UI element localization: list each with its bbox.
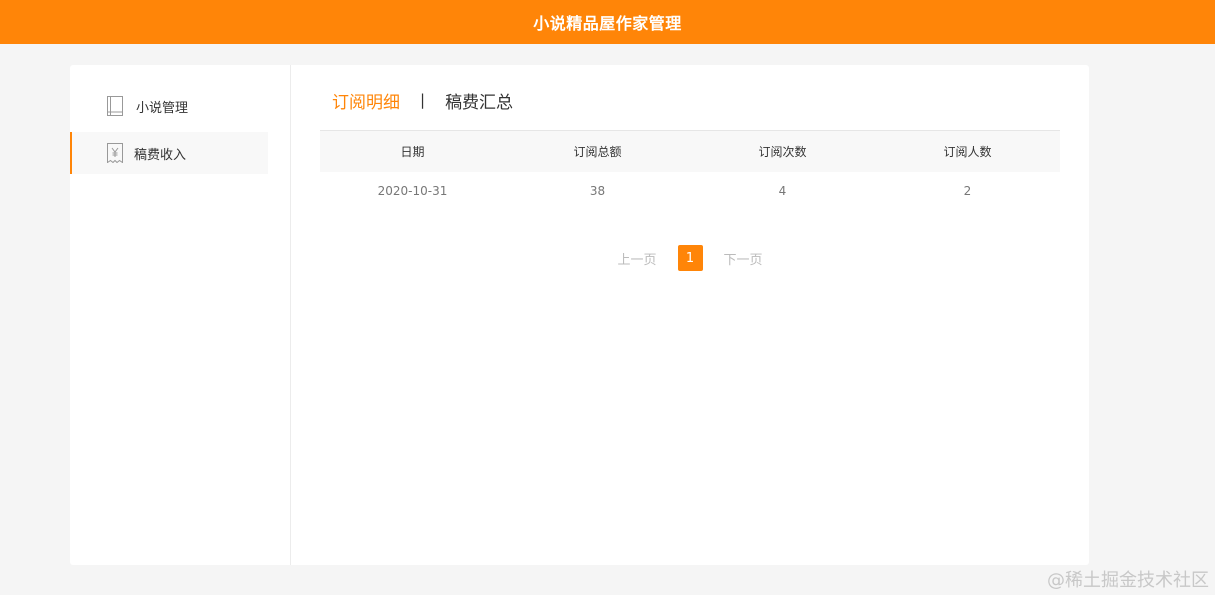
next-page-button[interactable]: 下一页 xyxy=(724,249,763,268)
table-cell-date: 2020-10-31 xyxy=(377,184,448,198)
book-icon xyxy=(107,96,123,116)
table-row: 2020-10-31 38 4 2 xyxy=(320,172,1060,210)
sidebar-item-royalty-income[interactable]: 稿费收入 xyxy=(70,132,268,174)
page-number-button[interactable]: 1 xyxy=(677,245,703,271)
column-header-subscribers: 订阅人数 xyxy=(943,145,992,159)
watermark: @稀土掘金技术社区 xyxy=(1047,570,1209,591)
app-header: 小说精品屋作家管理 xyxy=(0,0,1215,44)
tab-royalty-summary[interactable]: 稿费汇总 xyxy=(445,88,513,113)
tab-divider: | xyxy=(420,91,426,109)
table-cell-subscribers: 2 xyxy=(963,184,972,198)
prev-page-button[interactable]: 上一页 xyxy=(617,249,656,268)
tab-subscription-detail[interactable]: 订阅明细 xyxy=(332,88,400,113)
subscription-table: 日期 订阅总额 订阅次数 订阅人数 2020-10-31 38 4 2 xyxy=(320,130,1060,210)
table-cell-count: 4 xyxy=(778,184,787,198)
sidebar-item-label: 小说管理 xyxy=(136,100,189,116)
content-area: 订阅明细 | 稿费汇总 日期 订阅总额 订阅次数 订阅人数 2020-10-31… xyxy=(320,65,1060,565)
sidebar-item-label: 稿费收入 xyxy=(134,147,187,163)
column-header-count: 订阅次数 xyxy=(758,145,807,159)
sidebar: 小说管理 稿费收入 xyxy=(70,65,291,565)
header-title: 小说精品屋作家管理 xyxy=(533,14,682,33)
column-header-total-amount: 订阅总额 xyxy=(573,145,622,159)
column-header-date: 日期 xyxy=(400,145,425,159)
table-cell-total-amount: 38 xyxy=(589,184,606,198)
tab-bar: 订阅明细 | 稿费汇总 xyxy=(332,88,513,113)
sidebar-item-novel-management[interactable]: 小说管理 xyxy=(70,85,268,127)
yen-receipt-icon xyxy=(107,143,123,163)
table-header: 日期 订阅总额 订阅次数 订阅人数 xyxy=(320,130,1060,172)
pagination: 上一页 1 下一页 xyxy=(320,245,1060,271)
main-panel: 小说管理 稿费收入 订阅明细 | 稿费汇总 日期 订阅总额 订阅次数 订阅人数 … xyxy=(70,65,1089,565)
